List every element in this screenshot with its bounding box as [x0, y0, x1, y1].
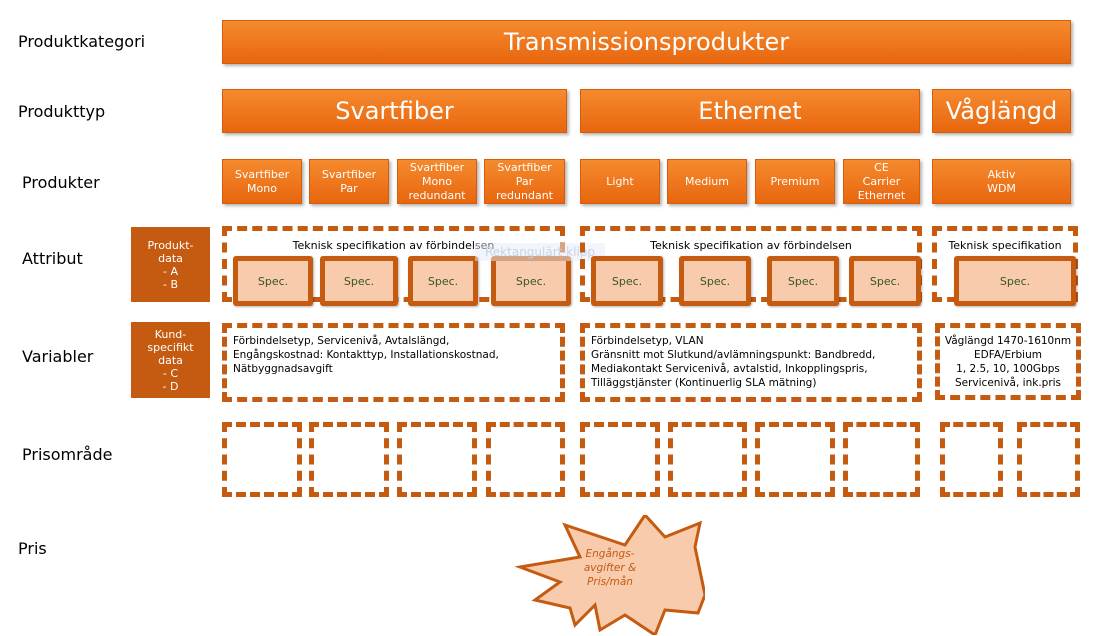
product-box: Premium	[755, 159, 835, 204]
price-area-box	[580, 422, 660, 497]
row-label-attribut: Attribut	[22, 249, 83, 268]
text-line: Light	[606, 174, 634, 188]
text-line: - C	[162, 366, 179, 380]
price-area-box	[222, 422, 302, 497]
spec-box: Spec.	[320, 256, 398, 306]
text-line: Svartfiber	[234, 167, 290, 181]
text-line: Mono	[247, 181, 277, 195]
text-line: Mediakontakt Servicenivå, avtalstid, Ink…	[591, 363, 868, 375]
text-line: data	[158, 251, 183, 265]
text-line: Svartfiber	[321, 167, 377, 181]
row-label-produktkategori: Produktkategori	[18, 32, 146, 51]
variables-vaglangd: Våglängd 1470-1610nm EDFA/Erbium 1, 2.5, 1…	[935, 323, 1081, 400]
text-line: Gränsnitt mot Slutkund/avlämningspunkt: …	[591, 349, 876, 361]
text-line: Tilläggstjänster (Kontinuerlig SLA mätni…	[591, 377, 817, 389]
text-line: redundant	[496, 188, 553, 202]
text-line: Par	[515, 174, 534, 188]
text-line: Produkt-	[147, 238, 194, 252]
type-svartfiber: Svartfiber	[222, 89, 567, 133]
text-line: Kund-	[154, 327, 187, 341]
text-line: Engångs-	[585, 548, 635, 560]
text-line: avgifter &	[583, 562, 637, 574]
attribute-title: Teknisk specifikation	[948, 239, 1062, 252]
text-line: Förbindelsetyp, VLAN	[591, 335, 704, 347]
variables-svartfiber: Förbindelsetyp, Servicenivå, Avtalslängd…	[222, 323, 565, 402]
spec-box: Spec.	[679, 256, 751, 306]
text-line: Mono	[422, 174, 452, 188]
text-line: Pris/mån	[587, 576, 633, 588]
category-bar: Transmissionsprodukter	[222, 20, 1071, 64]
attribute-title: Teknisk specifikation av förbindelsen	[650, 239, 852, 252]
text-line: specifikt	[147, 340, 194, 354]
product-box: CE Carrier Ethernet	[843, 159, 920, 204]
product-box: Medium	[667, 159, 747, 204]
price-area-box	[668, 422, 747, 497]
price-area-box	[940, 422, 1003, 497]
type-vaglangd: Våglängd	[932, 89, 1071, 133]
spec-box: Spec.	[767, 256, 839, 306]
variables-ethernet: Förbindelsetyp, VLAN Gränsnitt mot Slutku…	[580, 323, 922, 402]
text-line: Medium	[685, 174, 729, 188]
spec-box: Spec.	[954, 256, 1076, 306]
text-line: Servicenivå, ink.pris	[954, 377, 1062, 389]
text-line: redundant	[408, 188, 466, 202]
text-line: - B	[162, 277, 178, 291]
product-box: Aktiv WDM	[932, 159, 1071, 204]
text-line: - A	[163, 264, 178, 278]
text-line: Engångskostnad: Kontakttyp, Installation…	[233, 349, 499, 361]
spec-box: Spec.	[408, 256, 478, 306]
text-line: Premium	[770, 174, 820, 188]
spec-box: Spec.	[491, 256, 571, 306]
attribute-group-ethernet: Teknisk specifikation av förbindelsen Sp…	[580, 226, 922, 306]
price-area-box	[755, 422, 835, 497]
spec-box: Spec.	[849, 256, 921, 306]
price-area-box	[309, 422, 389, 497]
text-line: EDFA/Erbium	[974, 349, 1042, 361]
text-line: Svartfiber	[497, 160, 552, 174]
text-line: - D	[162, 379, 179, 393]
text-line: Ethernet	[857, 188, 906, 202]
product-box: Svartfiber Mono redundant	[397, 159, 477, 204]
product-box: Svartfiber Mono	[222, 159, 302, 204]
row-label-prisomrade: Prisområde	[22, 445, 113, 464]
text-line: WDM	[987, 181, 1016, 195]
text-line: Nätbyggnadsavgift	[233, 363, 333, 375]
product-box: Svartfiber Par redundant	[484, 159, 565, 204]
product-box: Light	[580, 159, 660, 204]
attribute-group-vaglangd: Teknisk specifikation Spec.	[932, 226, 1078, 306]
type-ethernet: Ethernet	[580, 89, 920, 133]
diagram: Produktkategori Produkttyp Produkter Att…	[0, 0, 1099, 636]
text-line: Par	[340, 181, 358, 195]
price-area-box	[843, 422, 920, 497]
spec-box: Spec.	[591, 256, 663, 306]
row-label-variabler: Variabler	[22, 347, 94, 366]
product-box: Svartfiber Par	[309, 159, 389, 204]
price-area-box	[397, 422, 477, 497]
row-label-produkttyp: Produkttyp	[18, 102, 106, 121]
text-line: Svartfiber	[409, 160, 465, 174]
side-box-kundspecifikt: Kund-specifikt data - C- D	[131, 322, 210, 398]
text-line: Våglängd 1470-1610nm	[944, 335, 1072, 347]
text-line: data	[158, 353, 183, 367]
row-label-pris: Pris	[18, 539, 47, 558]
row-label-produkter: Produkter	[22, 173, 100, 192]
text-line: Aktiv	[987, 167, 1016, 181]
attribute-group-svartfiber: Teknisk specifikation av förbindelsen Sp…	[222, 226, 571, 306]
price-area-box	[1017, 422, 1080, 497]
text-line: Förbindelsetyp, Servicenivå, Avtalslängd…	[233, 335, 450, 347]
text-line: 1, 2.5, 10, 100Gbps	[956, 363, 1060, 375]
spec-box: Spec.	[233, 256, 313, 306]
price-label: Engångs-avgifter & Pris/mån	[570, 547, 650, 589]
side-box-produktdata: Produkt-data - A- B	[131, 227, 210, 302]
price-area-box	[486, 422, 565, 497]
text-line: Carrier	[862, 174, 901, 188]
text-line: CE	[874, 160, 889, 174]
